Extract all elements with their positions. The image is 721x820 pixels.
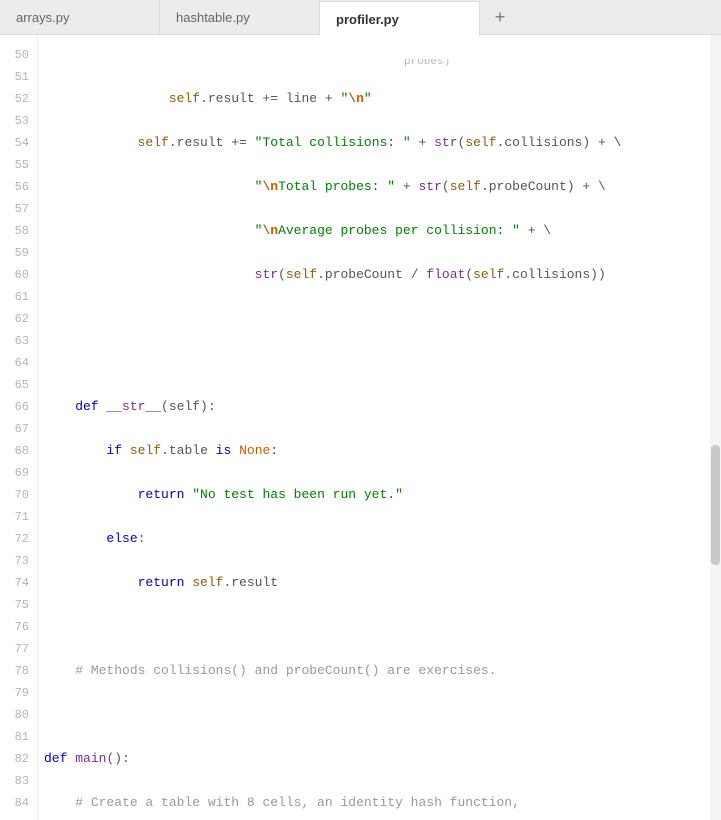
code-line[interactable]: self.result += "Total collisions: " + st… (44, 132, 721, 154)
code-line[interactable] (44, 352, 721, 374)
code-line[interactable] (44, 616, 721, 638)
line-number: 61 (0, 286, 29, 308)
code-area[interactable]: probes) self.result += line + "\n" self.… (38, 35, 721, 820)
code-line[interactable]: if self.table is None: (44, 440, 721, 462)
line-number: 62 (0, 308, 29, 330)
tab-arrays[interactable]: arrays.py (0, 0, 160, 34)
code-line[interactable]: return self.result (44, 572, 721, 594)
line-number: 66 (0, 396, 29, 418)
new-tab-button[interactable]: + (480, 0, 520, 34)
line-number: 74 (0, 572, 29, 594)
line-number: 58 (0, 220, 29, 242)
code-line[interactable]: def __str__(self): (44, 396, 721, 418)
line-number: 57 (0, 198, 29, 220)
line-number: 68 (0, 440, 29, 462)
tab-label: profiler.py (336, 12, 399, 27)
tab-label: arrays.py (16, 10, 69, 25)
plus-icon: + (495, 7, 506, 28)
code-line[interactable] (44, 308, 721, 330)
line-number: 59 (0, 242, 29, 264)
line-number: 80 (0, 704, 29, 726)
line-number: 78 (0, 660, 29, 682)
scrollbar-thumb[interactable] (711, 445, 720, 565)
line-number: 60 (0, 264, 29, 286)
line-number: 81 (0, 726, 29, 748)
line-number: 77 (0, 638, 29, 660)
line-number: 69 (0, 462, 29, 484)
code-line[interactable]: probes) (44, 59, 721, 66)
line-number: 54 (0, 132, 29, 154)
line-number: 55 (0, 154, 29, 176)
code-line[interactable]: "\nAverage probes per collision: " + \ (44, 220, 721, 242)
line-number: 64 (0, 352, 29, 374)
line-number: 63 (0, 330, 29, 352)
line-number: 71 (0, 506, 29, 528)
tab-bar: arrays.py hashtable.py profiler.py + (0, 0, 721, 35)
line-number: 73 (0, 550, 29, 572)
line-number: 79 (0, 682, 29, 704)
line-number: 56 (0, 176, 29, 198)
code-line[interactable]: self.result += line + "\n" (44, 88, 721, 110)
tab-label: hashtable.py (176, 10, 250, 25)
tab-profiler[interactable]: profiler.py (320, 1, 480, 36)
code-editor[interactable]: 5051525354555657585960616263646566676869… (0, 35, 721, 820)
line-number: 75 (0, 594, 29, 616)
line-number: 53 (0, 110, 29, 132)
line-number: 70 (0, 484, 29, 506)
code-line[interactable]: return "No test has been run yet." (44, 484, 721, 506)
line-number: 65 (0, 374, 29, 396)
code-line[interactable]: else: (44, 528, 721, 550)
line-number-gutter: 5051525354555657585960616263646566676869… (0, 35, 38, 820)
line-number: 50 (0, 44, 29, 66)
line-number: 51 (0, 66, 29, 88)
line-number: 76 (0, 616, 29, 638)
scrollbar-track[interactable] (710, 35, 721, 820)
tab-hashtable[interactable]: hashtable.py (160, 0, 320, 34)
line-number: 83 (0, 770, 29, 792)
line-number: 67 (0, 418, 29, 440)
code-line[interactable]: # Methods collisions() and probeCount() … (44, 660, 721, 682)
code-line[interactable]: def main(): (44, 748, 721, 770)
code-line[interactable]: "\nTotal probes: " + str(self.probeCount… (44, 176, 721, 198)
line-number: 82 (0, 748, 29, 770)
code-line[interactable] (44, 704, 721, 726)
line-number: 72 (0, 528, 29, 550)
line-number: 84 (0, 792, 29, 814)
line-number: 52 (0, 88, 29, 110)
code-line[interactable]: str(self.probeCount / float(self.collisi… (44, 264, 721, 286)
code-line[interactable]: # Create a table with 8 cells, an identi… (44, 792, 721, 814)
